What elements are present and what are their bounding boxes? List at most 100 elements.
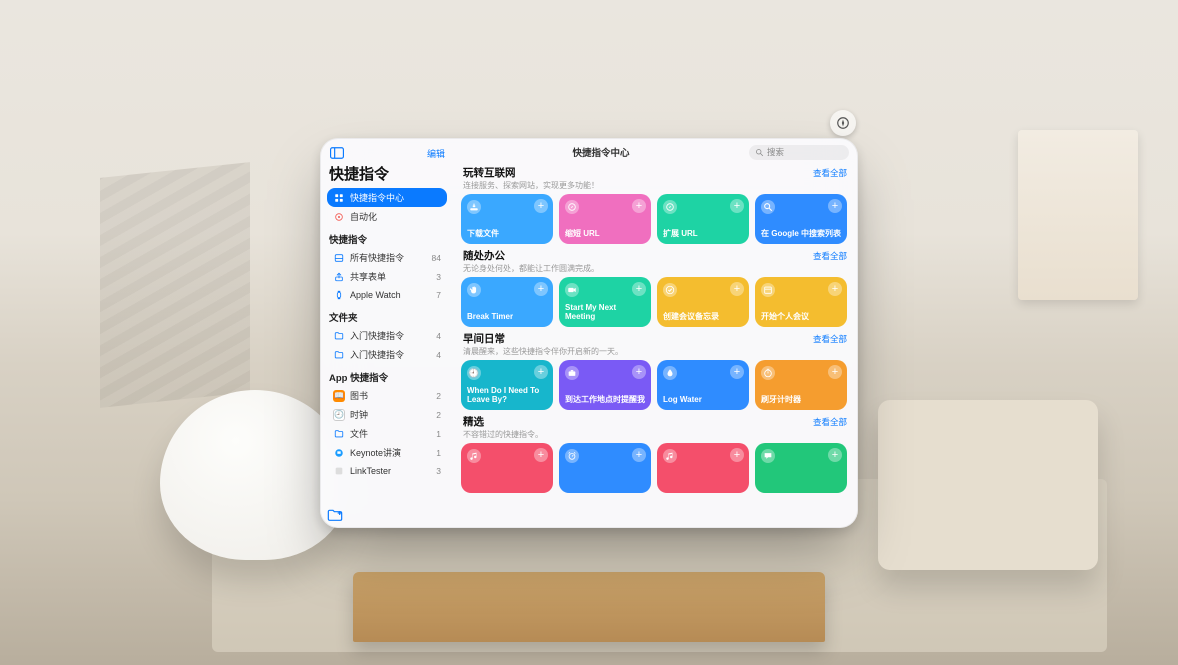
folder-icon	[333, 349, 345, 361]
sidebar-item-label: 图书	[350, 389, 431, 402]
chair-right-decoration	[878, 400, 1098, 570]
section-title: 早间日常	[463, 331, 505, 346]
sidebar-toggle-button[interactable]	[329, 145, 345, 161]
add-shortcut-button[interactable]: +	[730, 282, 744, 296]
section-subtitle: 连接服务、探索网站，实现更多功能！	[461, 180, 849, 194]
sidebar-item-count: 7	[436, 290, 441, 300]
add-shortcut-button[interactable]: +	[632, 282, 646, 296]
card-row: + + + +	[461, 443, 849, 493]
sidebar-item-grid[interactable]: 快捷指令中心	[327, 188, 447, 207]
shortcut-card[interactable]: +下载文件	[461, 194, 553, 244]
add-shortcut-button[interactable]: +	[730, 365, 744, 379]
drop-icon	[663, 366, 677, 380]
edit-button[interactable]: 编辑	[427, 147, 445, 160]
sidebar-item-label: Keynote讲演	[350, 446, 431, 459]
add-shortcut-button[interactable]: +	[534, 448, 548, 462]
add-shortcut-button[interactable]: +	[534, 199, 548, 213]
compass-icon	[836, 116, 850, 130]
shortcut-card[interactable]: + 创建会议备忘录	[657, 277, 749, 327]
sidebar-item[interactable]: 文件1	[327, 424, 447, 443]
see-all-link[interactable]: 查看全部	[813, 167, 847, 179]
sidebar-item-count: 4	[436, 350, 441, 360]
add-shortcut-button[interactable]: +	[632, 199, 646, 213]
sidebar-item-count: 2	[436, 410, 441, 420]
add-shortcut-button[interactable]: +	[534, 365, 548, 379]
see-all-link[interactable]: 查看全部	[813, 250, 847, 262]
add-shortcut-button[interactable]: +	[828, 448, 842, 462]
shortcut-card[interactable]: + 开始个人会议	[755, 277, 847, 327]
shortcut-card[interactable]: +Start My Next Meeting	[559, 277, 651, 327]
shortcut-card[interactable]: +	[755, 443, 847, 493]
add-shortcut-button[interactable]: +	[828, 282, 842, 296]
add-shortcut-button[interactable]: +	[534, 282, 548, 296]
sidebar-item-count: 2	[436, 391, 441, 401]
sidebar-item-label: 入门快捷指令	[350, 348, 431, 361]
sidebar-item[interactable]: 所有快捷指令 84	[327, 248, 447, 267]
new-folder-button[interactable]	[327, 507, 343, 523]
search-input[interactable]: 搜索	[749, 145, 849, 160]
add-shortcut-button[interactable]: +	[730, 199, 744, 213]
sidebar-item-count: 3	[436, 272, 441, 282]
add-shortcut-button[interactable]: +	[828, 365, 842, 379]
new-folder-icon	[327, 508, 343, 522]
shortcut-card[interactable]: + 刷牙计时器	[755, 360, 847, 410]
sidebar-item-count: 84	[432, 253, 441, 263]
sidebar-section-label: App 快捷指令	[327, 364, 447, 386]
coffee-table-decoration	[353, 572, 824, 642]
sidebar-item-label: 所有快捷指令	[350, 251, 427, 264]
see-all-link[interactable]: 查看全部	[813, 416, 847, 428]
sidebar-item[interactable]: LinkTester3	[327, 462, 447, 480]
sidebar-section-label: 快捷指令	[327, 226, 447, 248]
sidebar-item[interactable]: 🕘时钟2	[327, 405, 447, 424]
sidebar-item[interactable]: Apple Watch 7	[327, 286, 447, 304]
sidebar-item[interactable]: 📖图书2	[327, 386, 447, 405]
add-shortcut-button[interactable]: +	[828, 199, 842, 213]
shortcut-card[interactable]: +	[559, 443, 651, 493]
auto-icon	[333, 211, 345, 223]
card-row: +下载文件+缩短 URL+扩展 URL+在 Google 中搜索列表	[461, 194, 849, 244]
add-shortcut-button[interactable]: +	[632, 365, 646, 379]
sidebar-item-count: 1	[436, 448, 441, 458]
chat-icon	[761, 449, 775, 463]
hand-icon	[467, 283, 481, 297]
sidebar-item-count: 3	[436, 466, 441, 476]
timer-icon	[761, 366, 775, 380]
shortcut-card[interactable]: +缩短 URL	[559, 194, 651, 244]
add-shortcut-button[interactable]: +	[730, 448, 744, 462]
shortcut-card[interactable]: + 到达工作地点时提醒我	[559, 360, 651, 410]
sidebar-title: 快捷指令	[327, 163, 447, 188]
shortcut-card[interactable]: +	[657, 443, 749, 493]
shortcut-card[interactable]: +在 Google 中搜索列表	[755, 194, 847, 244]
sidebar-item-label: Apple Watch	[350, 290, 431, 300]
environment-compass-button[interactable]	[830, 110, 856, 136]
shortcut-card-label: 创建会议备忘录	[663, 312, 743, 321]
shortcut-card[interactable]: + 扩展 URL	[657, 194, 749, 244]
sidebar-item[interactable]: 入门快捷指令 4	[327, 345, 447, 364]
shortcut-card[interactable]: +Log Water	[657, 360, 749, 410]
shortcut-card-label: 扩展 URL	[663, 229, 743, 238]
sidebar-item[interactable]: Keynote讲演 1	[327, 443, 447, 462]
sidebar-item[interactable]: 入门快捷指令4	[327, 326, 447, 345]
shortcut-card[interactable]: +Break Timer	[461, 277, 553, 327]
sidebar-item[interactable]: 共享表单3	[327, 267, 447, 286]
music-icon	[467, 449, 481, 463]
section-title: 玩转互联网	[463, 165, 516, 180]
sidebar-section-label: 文件夹	[327, 304, 447, 326]
add-shortcut-button[interactable]: +	[632, 448, 646, 462]
shortcut-card-label: 开始个人会议	[761, 312, 841, 321]
shortcut-card[interactable]: +	[461, 443, 553, 493]
shortcut-card[interactable]: 🕘+When Do I Need To Leave By?	[461, 360, 553, 410]
sidebar-item-label: 自动化	[350, 210, 441, 223]
cal-icon	[761, 283, 775, 297]
sidebar-item-count: 4	[436, 331, 441, 341]
shortcut-card-label: 到达工作地点时提醒我	[565, 395, 645, 404]
music-icon	[663, 449, 677, 463]
keynote-icon	[333, 447, 345, 459]
sidebar-item-auto[interactable]: 自动化	[327, 207, 447, 226]
shortcut-card-label: 刷牙计时器	[761, 395, 841, 404]
compass-icon	[663, 200, 677, 214]
see-all-link[interactable]: 查看全部	[813, 333, 847, 345]
search-placeholder: 搜索	[767, 146, 784, 158]
grid-icon	[333, 192, 345, 204]
tray-icon	[333, 252, 345, 264]
